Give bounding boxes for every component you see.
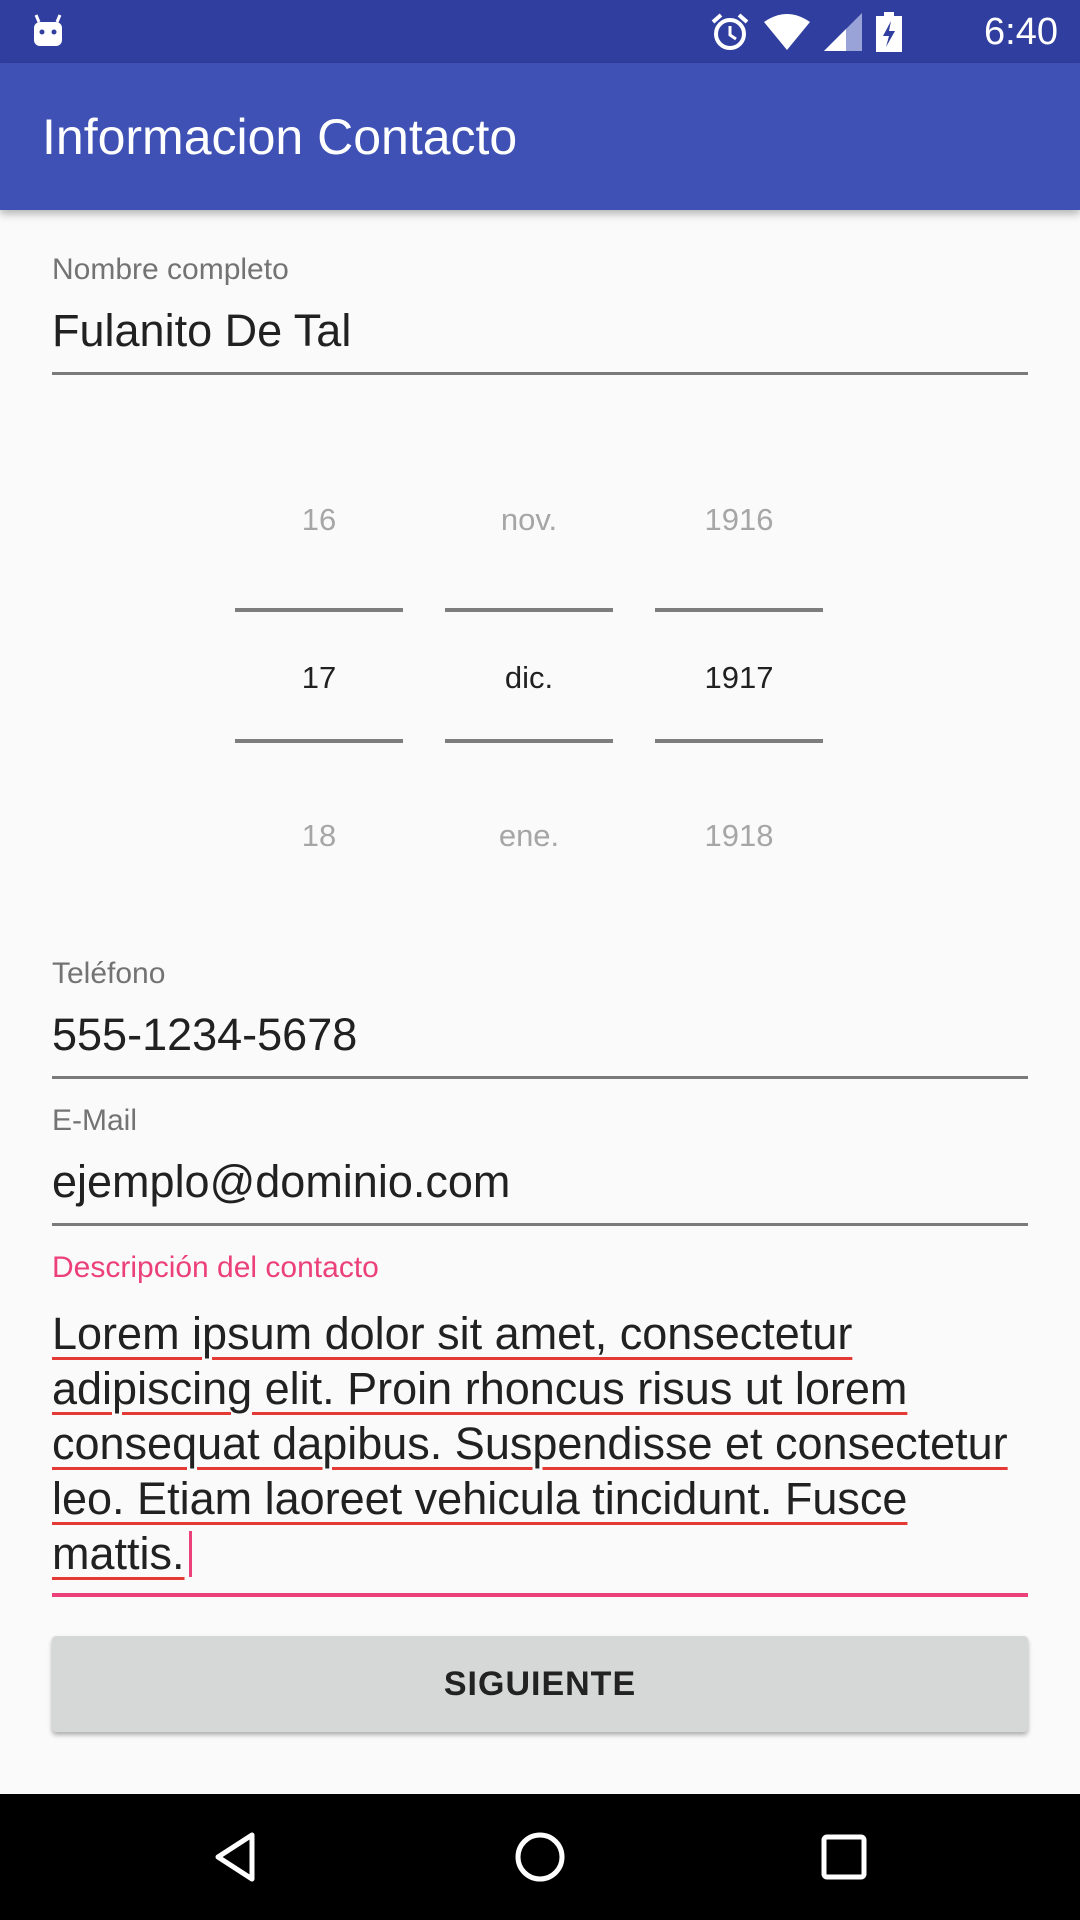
month-spinner[interactable]: nov. dic. ene. <box>445 480 613 880</box>
day-next[interactable]: 18 <box>235 816 403 856</box>
day-selected[interactable]: 17 <box>235 658 403 698</box>
name-input[interactable]: Fulanito De Tal <box>52 304 1028 358</box>
recents-icon[interactable] <box>814 1827 874 1887</box>
month-selected[interactable]: dic. <box>445 658 613 698</box>
phone-label: Teléfono <box>52 957 166 990</box>
year-divider-bottom <box>655 739 823 743</box>
clock: 6:40 <box>984 11 1058 53</box>
home-icon[interactable] <box>510 1827 570 1887</box>
wifi-icon <box>764 14 810 50</box>
description-underline <box>52 1593 1028 1597</box>
year-prev[interactable]: 1916 <box>655 500 823 540</box>
status-bar: 6:40 <box>0 0 1080 63</box>
description-label: Descripción del contacto <box>52 1251 379 1284</box>
day-divider-bottom <box>235 739 403 743</box>
email-field[interactable]: E-Mail ejemplo@dominio.com <box>52 1103 1028 1226</box>
description-input[interactable]: Lorem ipsum dolor sit amet, consectetur … <box>52 1306 1028 1581</box>
phone-field[interactable]: Teléfono 555-1234-5678 <box>52 956 1028 1079</box>
android-robot-icon <box>34 14 62 46</box>
phone-underline <box>52 1076 1028 1079</box>
year-divider-top <box>655 608 823 612</box>
year-selected[interactable]: 1917 <box>655 658 823 698</box>
name-label: Nombre completo <box>52 253 289 286</box>
signal-icon <box>824 13 862 51</box>
description-field[interactable]: Descripción del contacto Lorem ipsum dol… <box>52 1250 1028 1597</box>
name-underline <box>52 372 1028 375</box>
month-divider-top <box>445 608 613 612</box>
description-text: Lorem ipsum dolor sit amet, consectetur … <box>52 1308 1008 1579</box>
email-underline <box>52 1223 1028 1226</box>
year-next[interactable]: 1918 <box>655 816 823 856</box>
day-prev[interactable]: 16 <box>235 500 403 540</box>
back-icon[interactable] <box>206 1827 266 1887</box>
month-next[interactable]: ene. <box>445 816 613 856</box>
alarm-icon <box>711 13 749 50</box>
phone-input[interactable]: 555-1234-5678 <box>52 1008 1028 1062</box>
text-cursor <box>188 1531 192 1577</box>
day-divider-top <box>235 608 403 612</box>
month-divider-bottom <box>445 739 613 743</box>
email-input[interactable]: ejemplo@dominio.com <box>52 1155 1028 1209</box>
date-picker[interactable]: 16 17 18 nov. dic. ene. 1916 1917 1918 <box>235 480 825 880</box>
battery-charging-icon <box>876 12 902 52</box>
day-spinner[interactable]: 16 17 18 <box>235 480 403 880</box>
year-spinner[interactable]: 1916 1917 1918 <box>655 480 823 880</box>
month-prev[interactable]: nov. <box>445 500 613 540</box>
email-label: E-Mail <box>52 1104 138 1137</box>
navigation-bar <box>0 1794 1080 1920</box>
next-button[interactable]: SIGUIENTE <box>52 1636 1028 1732</box>
page-title: Informacion Contacto <box>42 109 518 165</box>
app-bar: Informacion Contacto <box>0 63 1080 210</box>
name-field[interactable]: Nombre completo Fulanito De Tal <box>52 252 1028 375</box>
